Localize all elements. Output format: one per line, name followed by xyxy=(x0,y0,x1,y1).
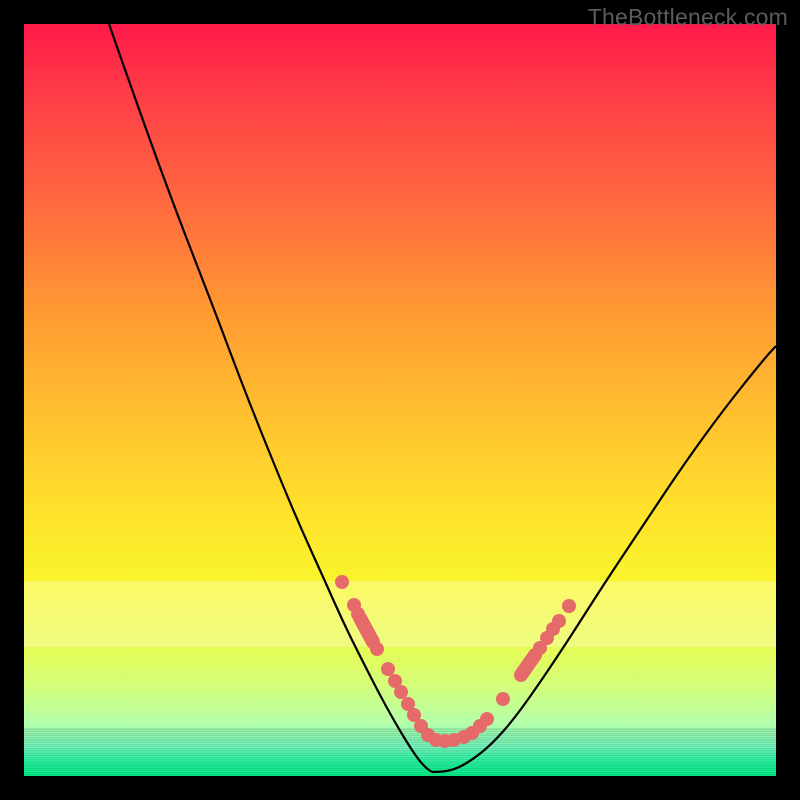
data-point xyxy=(480,712,494,726)
chart-svg xyxy=(24,24,776,776)
data-point xyxy=(381,662,395,676)
data-point xyxy=(562,599,576,613)
bottleneck-curve-left xyxy=(109,24,432,772)
data-point xyxy=(351,607,365,621)
data-pill xyxy=(360,618,373,642)
data-point xyxy=(394,685,408,699)
data-point xyxy=(370,642,384,656)
data-point xyxy=(335,575,349,589)
data-point xyxy=(552,614,566,628)
data-point xyxy=(496,692,510,706)
bottleneck-curve-right xyxy=(432,346,776,772)
data-pill xyxy=(521,655,535,675)
